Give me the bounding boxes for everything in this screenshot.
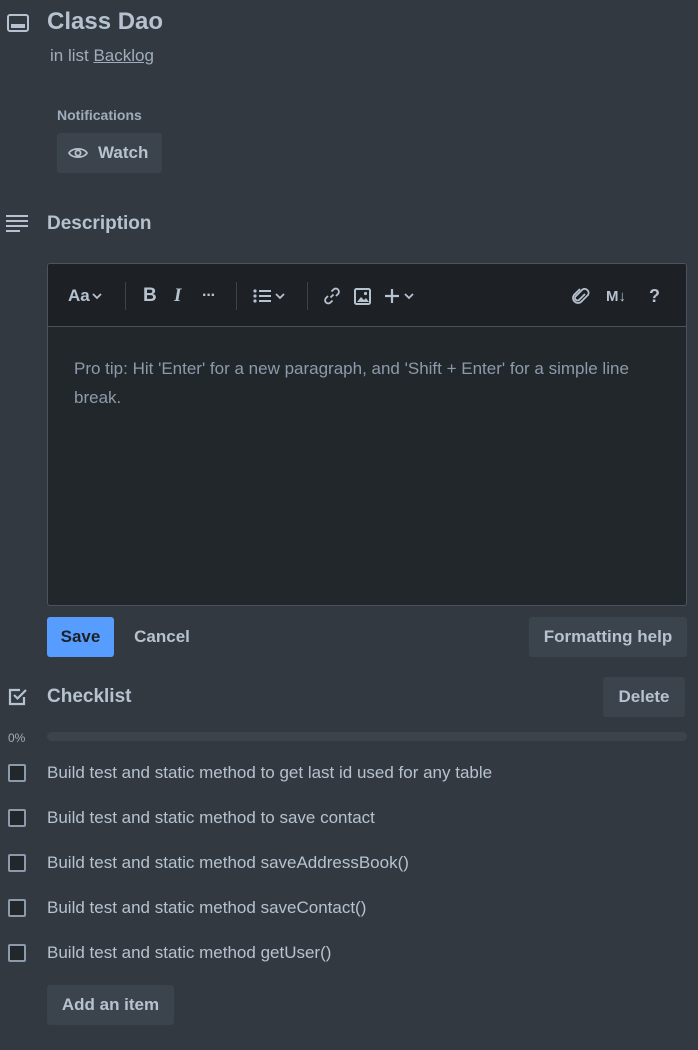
checklist-item-label[interactable]: Build test and static method to save con…	[47, 808, 375, 828]
save-button[interactable]: Save	[47, 617, 114, 657]
toolbar-divider	[236, 282, 237, 310]
checklist-item: Build test and static method saveAddress…	[0, 845, 698, 881]
image-button[interactable]	[354, 284, 371, 308]
in-list-prefix: in list	[50, 46, 89, 65]
text-style-label: Aa	[68, 286, 90, 305]
bold-icon: B	[143, 285, 157, 306]
insert-dropdown[interactable]	[384, 284, 414, 308]
image-icon	[354, 287, 371, 305]
toolbar-divider	[307, 282, 308, 310]
checklist-item: Build test and static method to get last…	[0, 755, 698, 791]
more-formatting-button[interactable]: ···	[202, 284, 216, 308]
add-item-button[interactable]: Add an item	[47, 985, 174, 1025]
cancel-button[interactable]: Cancel	[122, 617, 202, 657]
checklist-item: Build test and static method to save con…	[0, 800, 698, 836]
watch-label: Watch	[98, 143, 149, 162]
attachment-button[interactable]	[571, 284, 591, 308]
formatting-help-button[interactable]: Formatting help	[529, 617, 687, 657]
description-editor[interactable]: Aa B I ··· M↓ ? Pro tip: Hit 'Enter' for…	[47, 263, 687, 606]
link-icon	[323, 287, 341, 305]
in-list-text: in list Backlog	[50, 46, 154, 66]
plus-icon	[384, 288, 400, 304]
bulleted-list-icon	[253, 289, 271, 303]
chevron-down-icon	[275, 292, 285, 300]
checklist-item: Build test and static method getUser()	[0, 935, 698, 971]
card-icon	[6, 12, 30, 36]
checklist-title: Checklist	[47, 686, 132, 707]
checklist-item-label[interactable]: Build test and static method saveContact…	[47, 898, 366, 918]
chevron-down-icon	[92, 292, 102, 300]
notifications-label: Notifications	[57, 107, 142, 123]
paperclip-icon	[571, 286, 591, 306]
item-checkbox[interactable]	[8, 809, 26, 827]
help-label: ?	[649, 285, 660, 306]
description-title: Description	[47, 213, 152, 234]
description-placeholder[interactable]: Pro tip: Hit 'Enter' for a new paragraph…	[74, 354, 664, 412]
checklist-item-label[interactable]: Build test and static method saveAddress…	[47, 853, 409, 873]
italic-icon: I	[174, 285, 182, 306]
bold-button[interactable]: B	[143, 284, 157, 308]
text-style-dropdown[interactable]: Aa	[68, 284, 102, 308]
chevron-down-icon	[404, 292, 414, 300]
checkbox-checked-icon	[7, 686, 29, 708]
toolbar-divider	[125, 282, 126, 310]
watch-button[interactable]: Watch	[57, 133, 162, 173]
eye-icon	[68, 146, 88, 160]
item-checkbox[interactable]	[8, 944, 26, 962]
markdown-button[interactable]: M↓	[606, 284, 626, 308]
link-button[interactable]	[323, 284, 341, 308]
item-checkbox[interactable]	[8, 854, 26, 872]
italic-button[interactable]: I	[174, 284, 181, 308]
checklist-item-label[interactable]: Build test and static method getUser()	[47, 943, 331, 963]
item-checkbox[interactable]	[8, 764, 26, 782]
list-link-backlog[interactable]: Backlog	[93, 46, 153, 65]
list-dropdown[interactable]	[253, 284, 285, 308]
progress-percent: 0%	[8, 731, 26, 745]
checklist-item-label[interactable]: Build test and static method to get last…	[47, 763, 492, 783]
item-checkbox[interactable]	[8, 899, 26, 917]
markdown-label: M↓	[606, 287, 626, 305]
editor-toolbar: Aa B I ··· M↓ ?	[48, 264, 686, 327]
delete-checklist-button[interactable]: Delete	[603, 677, 685, 717]
help-button[interactable]: ?	[649, 284, 660, 308]
description-lines-icon	[6, 214, 30, 234]
more-label: ···	[202, 287, 216, 304]
checklist-progress-bar	[47, 732, 687, 741]
card-title: Class Dao	[47, 8, 164, 35]
checklist-item: Build test and static method saveContact…	[0, 890, 698, 926]
